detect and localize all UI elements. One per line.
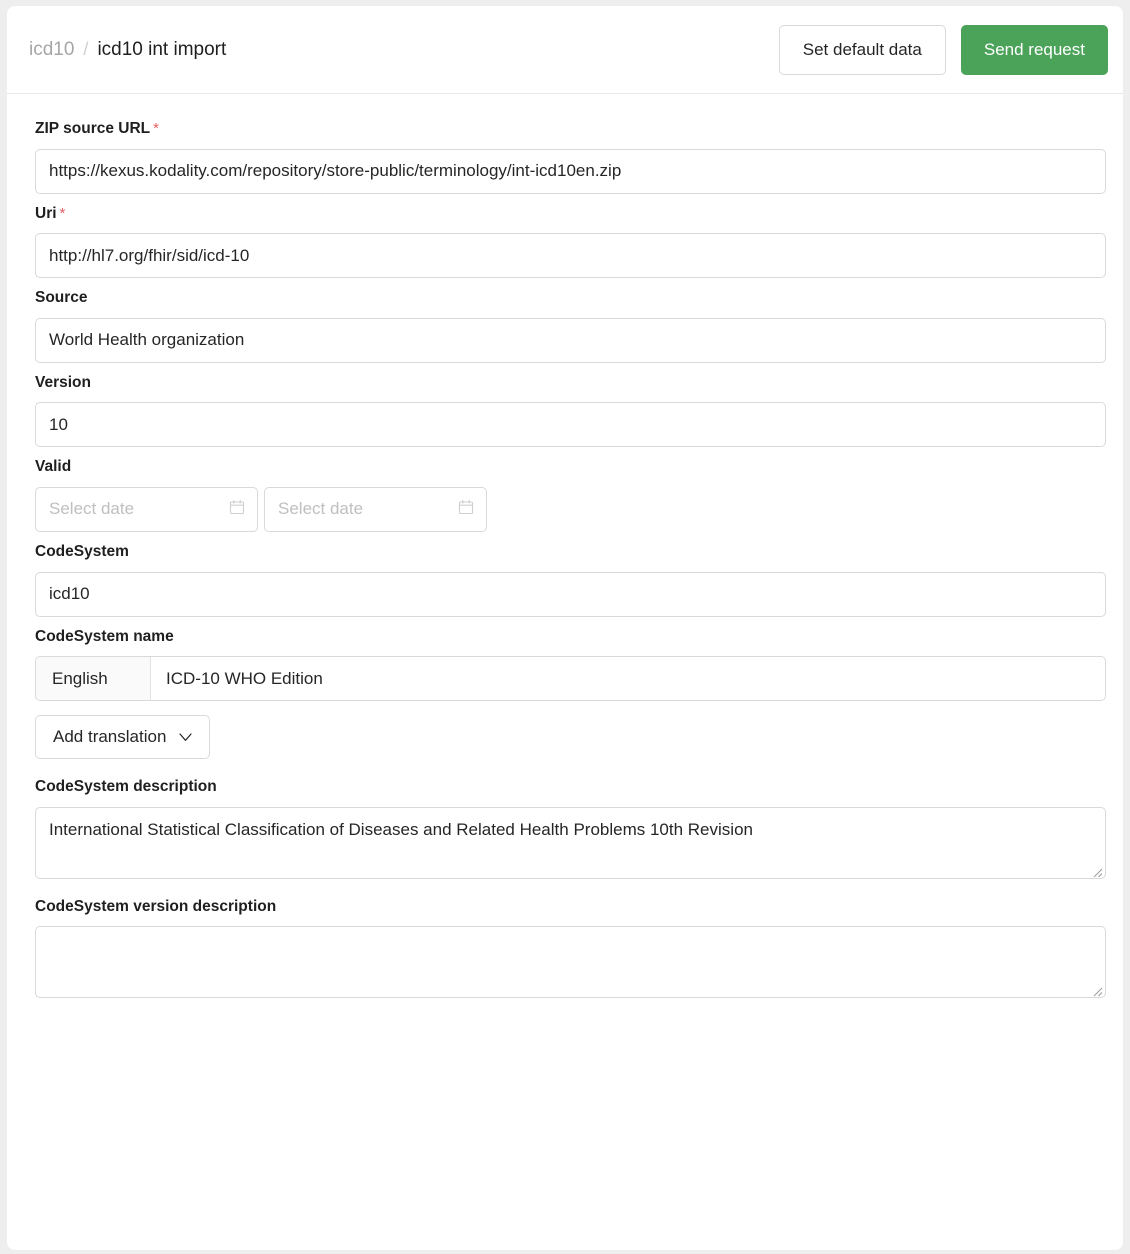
zip-source-url-label: ZIP source URL * — [35, 120, 1100, 139]
valid-from-placeholder: Select date — [49, 499, 135, 519]
valid-to-date-input[interactable]: Select date — [264, 486, 487, 532]
codesystem-label: CodeSystem — [35, 542, 129, 560]
field-uri: Uri * http://hl7.org/fhir/sid/icd-10 — [35, 205, 1106, 279]
field-codesystem-name: CodeSystem name English ICD-10 WHO Editi… — [35, 627, 1106, 760]
codesystem-description-textarea[interactable]: International Statistical Classification… — [35, 806, 1106, 879]
codesystem-name-input[interactable]: ICD-10 WHO Edition — [151, 657, 1105, 700]
valid-from-date-input[interactable]: Select date — [35, 486, 258, 532]
required-asterisk: * — [153, 120, 159, 137]
codesystem-version-description-textarea[interactable] — [35, 926, 1106, 999]
breadcrumb-item-current: icd10 int import — [97, 38, 227, 60]
breadcrumb-separator: / — [83, 38, 89, 59]
source-input[interactable]: World Health organization — [35, 317, 1106, 363]
field-source: Source World Health organization — [35, 289, 1106, 363]
field-codesystem-description: CodeSystem description International Sta… — [35, 778, 1106, 879]
import-form-card: icd10 / icd10 int import Set default dat… — [7, 6, 1123, 1250]
codesystem-name-translation-row: English ICD-10 WHO Edition — [35, 656, 1106, 702]
set-default-data-button[interactable]: Set default data — [778, 24, 946, 75]
field-version: Version 10 — [35, 373, 1106, 448]
version-label: Version — [35, 373, 91, 391]
required-asterisk: * — [59, 204, 66, 222]
zip-source-url-label-text: ZIP source URL — [35, 120, 151, 137]
zip-source-url-input[interactable]: https://kexus.kodality.com/repository/st… — [35, 148, 1106, 194]
codesystem-version-description-label: CodeSystem version description — [35, 897, 277, 915]
valid-label: Valid — [35, 458, 72, 476]
header-actions: Set default data Send request — [778, 24, 1108, 75]
add-translation-button[interactable]: Add translation — [35, 715, 211, 760]
field-zip-source-url: ZIP source URL * https://kexus.kodality.c… — [35, 120, 1106, 194]
chevron-down-icon — [179, 727, 193, 747]
source-label: Source — [35, 289, 88, 307]
resize-handle-icon[interactable] — [1089, 981, 1103, 997]
codesystem-name-language[interactable]: English — [36, 657, 151, 701]
codesystem-name-label: CodeSystem name — [35, 627, 174, 645]
codesystem-input[interactable]: icd10 — [35, 571, 1106, 617]
field-codesystem-version-description: CodeSystem version description — [35, 897, 1106, 999]
add-translation-label: Add translation — [53, 727, 167, 747]
version-input[interactable]: 10 — [35, 402, 1106, 448]
uri-label: Uri * — [35, 205, 1100, 224]
breadcrumb: icd10 / icd10 int import — [29, 39, 779, 61]
breadcrumb-item-parent[interactable]: icd10 — [29, 39, 74, 61]
form-body: ZIP source URL * https://kexus.kodality.c… — [7, 94, 1123, 999]
resize-handle-icon[interactable] — [1089, 862, 1103, 878]
page-header: icd10 / icd10 int import Set default dat… — [7, 6, 1123, 94]
valid-to-placeholder: Select date — [278, 499, 364, 519]
codesystem-description-value: International Statistical Classification… — [49, 819, 753, 839]
valid-date-range: Select date Select date — [35, 486, 1100, 532]
field-codesystem: CodeSystem icd10 — [35, 542, 1106, 617]
calendar-icon — [229, 499, 245, 520]
send-request-button[interactable]: Send request — [960, 24, 1108, 75]
calendar-icon — [458, 499, 474, 520]
uri-input[interactable]: http://hl7.org/fhir/sid/icd-10 — [35, 233, 1106, 279]
field-valid: Valid Select date Select date — [35, 458, 1100, 532]
codesystem-description-label: CodeSystem description — [35, 778, 217, 796]
uri-label-text: Uri — [35, 204, 57, 222]
